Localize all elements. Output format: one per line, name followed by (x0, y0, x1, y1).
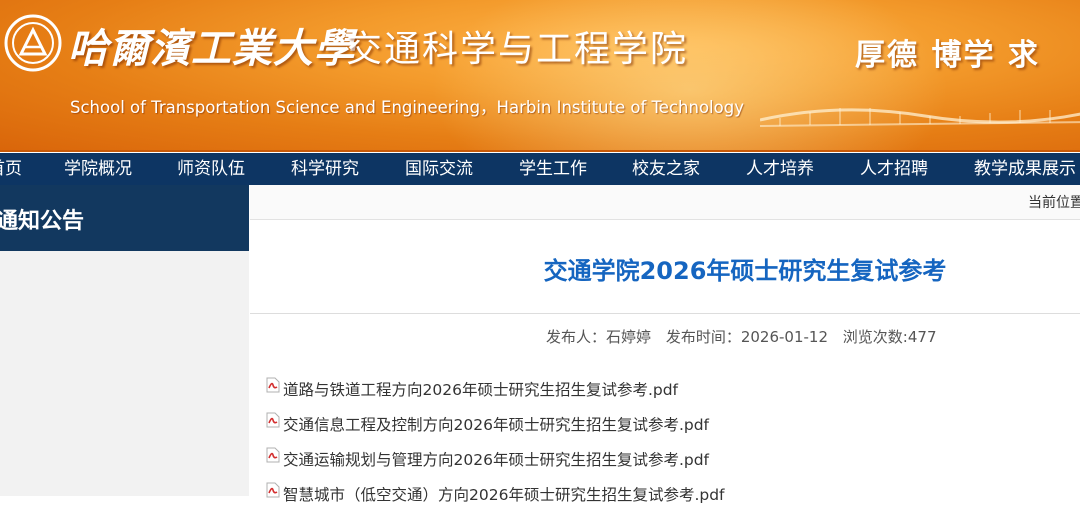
nav-item-education[interactable]: 人才培养 (746, 153, 814, 185)
header-banner: 哈爾濱工業大學 交通科学与工程学院 厚德 博学 求 School of Tran… (0, 0, 1080, 152)
attachment-link[interactable]: 道路与铁道工程方向2026年硕士研究生招生复试参考.pdf (283, 378, 678, 400)
nav-item-alumni[interactable]: 校友之家 (632, 153, 700, 185)
attachment-item[interactable]: 智慧城市（低空交通）方向2026年硕士研究生招生复试参考.pdf (266, 476, 725, 511)
publisher-label: 发布人： (546, 328, 607, 346)
view-count-info: 浏览次数:477 (843, 328, 937, 346)
nav-item-international[interactable]: 国际交流 (405, 153, 473, 185)
breadcrumb-bar: 当前位置 (250, 185, 1080, 220)
breadcrumb: 当前位置 (1028, 195, 1080, 211)
view-count: 477 (907, 328, 937, 346)
nav-item-faculty[interactable]: 师资队伍 (177, 153, 245, 185)
publisher-info: 发布人：石婷婷 (546, 328, 651, 346)
nav-item-recruitment[interactable]: 人才招聘 (860, 153, 928, 185)
attachment-item[interactable]: 交通运输规划与管理方向2026年硕士研究生招生复试参考.pdf (266, 441, 725, 476)
sidebar-header: 通知公告 (0, 185, 249, 251)
university-logo-icon[interactable] (4, 14, 62, 72)
publisher-name: 石婷婷 (606, 328, 652, 346)
school-name-en: School of Transportation Science and Eng… (70, 98, 744, 117)
pdf-icon (266, 447, 280, 462)
nav-item-students[interactable]: 学生工作 (519, 153, 587, 185)
school-name-cn: 交通科学与工程学院 (346, 29, 689, 70)
banner-divider (0, 150, 1080, 152)
pdf-icon (266, 482, 280, 497)
school-motto: 厚德 博学 求 (855, 38, 1040, 73)
attachment-link[interactable]: 交通信息工程及控制方向2026年硕士研究生招生复试参考.pdf (283, 413, 709, 435)
attachment-link[interactable]: 交通运输规划与管理方向2026年硕士研究生招生复试参考.pdf (283, 448, 709, 470)
nav-item-home[interactable]: 首页 (0, 153, 22, 185)
nav-item-research[interactable]: 科学研究 (291, 153, 359, 185)
article-panel: 当前位置 交通学院2026年硕士研究生复试参考 发布人：石婷婷 发布时间：202… (250, 185, 1080, 504)
publish-date: 2026-01-12 (740, 328, 829, 346)
university-name: 哈爾濱工業大學 (68, 25, 355, 72)
bridge-decoration-icon (760, 108, 1080, 127)
publish-date-info: 发布时间：2026-01-12 (666, 328, 828, 346)
attachment-list: 道路与铁道工程方向2026年硕士研究生招生复试参考.pdf 交通信息工程及控制方… (266, 371, 725, 511)
main-navigation: 首页 学院概况 师资队伍 科学研究 国际交流 学生工作 校友之家 人才培养 人才… (0, 153, 1080, 185)
title-divider (250, 313, 1080, 314)
sidebar: 通知公告 (0, 185, 249, 496)
article-title: 交通学院2026年硕士研究生复试参考 (543, 257, 947, 285)
attachment-item[interactable]: 交通信息工程及控制方向2026年硕士研究生招生复试参考.pdf (266, 406, 725, 441)
attachment-link[interactable]: 智慧城市（低空交通）方向2026年硕士研究生招生复试参考.pdf (283, 483, 725, 505)
publish-date-label: 发布时间： (665, 328, 741, 346)
pdf-icon (266, 412, 280, 427)
pdf-icon (266, 377, 280, 392)
nav-item-about[interactable]: 学院概况 (64, 153, 132, 185)
nav-item-achievements[interactable]: 教学成果展示 (974, 153, 1076, 185)
attachment-item[interactable]: 道路与铁道工程方向2026年硕士研究生招生复试参考.pdf (266, 371, 725, 406)
sidebar-title[interactable]: 通知公告 (0, 203, 84, 235)
view-count-label: 浏览次数: (842, 328, 908, 346)
article-meta: 发布人：石婷婷 发布时间：2026-01-12 浏览次数:477 (546, 326, 947, 347)
